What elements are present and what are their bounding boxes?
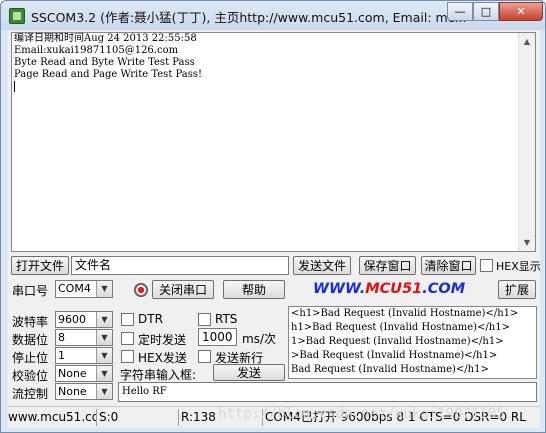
logo-suffix: .COM bbox=[422, 281, 466, 297]
port-value: COM4 bbox=[58, 282, 91, 295]
app-icon bbox=[9, 8, 25, 24]
text-caret bbox=[14, 81, 15, 92]
send-file-button[interactable]: 发送文件 bbox=[293, 256, 351, 275]
receive-log[interactable]: 编译日期和时间Aug 24 2013 22:55:58 Email:xukai1… bbox=[11, 32, 536, 252]
response-line: Bad Request (Invalid Hostname)</h1> bbox=[291, 364, 489, 375]
chevron-down-icon: ▼ bbox=[96, 366, 112, 381]
send-button[interactable]: 发送 bbox=[213, 364, 285, 381]
hex-display-label: HEX显示 bbox=[496, 260, 541, 273]
save-window-button[interactable]: 保存窗口 bbox=[359, 256, 416, 275]
chevron-down-icon: ▼ bbox=[96, 281, 112, 297]
logo-brand: MCU51 bbox=[365, 281, 423, 297]
response-text-area[interactable]: <h1>Bad Request (Invalid Hostname)</h1> … bbox=[288, 306, 537, 379]
close-port-button[interactable]: 关闭串口 bbox=[152, 280, 214, 299]
string-input-label: 字符串输入框: bbox=[120, 368, 197, 382]
dtr-label: DTR bbox=[138, 312, 163, 326]
databits-select[interactable]: 8 ▼ bbox=[55, 329, 113, 346]
log-line: 编译日期和时间Aug 24 2013 22:55:58 bbox=[14, 33, 197, 44]
chevron-down-icon: ▼ bbox=[96, 348, 112, 363]
parity-select[interactable]: None ▼ bbox=[55, 365, 113, 382]
hex-send-checkbox[interactable] bbox=[121, 350, 134, 363]
baud-label: 波特率 bbox=[12, 315, 49, 329]
blog-watermark: http://blog.csdn.net/xukai19871105 bbox=[218, 406, 505, 422]
databits-value: 8 bbox=[58, 331, 65, 344]
rts-checkbox[interactable] bbox=[198, 313, 211, 326]
send-newline-checkbox[interactable] bbox=[198, 350, 211, 363]
website-logo[interactable]: WWW.MCU51.COM bbox=[313, 281, 465, 297]
log-line: Byte Read and Byte Write Test Pass bbox=[14, 57, 195, 68]
hex-send-label: HEX发送 bbox=[138, 351, 187, 365]
port-status-indicator-icon bbox=[134, 283, 148, 297]
log-line: Email:xukai19871105@126.com bbox=[14, 45, 179, 56]
chevron-down-icon: ▼ bbox=[96, 384, 112, 399]
status-website-link[interactable]: www.mcu51.cor bbox=[6, 409, 96, 426]
dtr-checkbox[interactable] bbox=[121, 313, 134, 326]
parity-label: 校验位 bbox=[12, 369, 49, 383]
response-line: <h1>Bad Request (Invalid Hostname)</h1> bbox=[291, 308, 519, 319]
status-sent-count: S:0 bbox=[96, 409, 178, 426]
app-window: SSCOM3.2 (作者:聂小猛(丁丁), 主页http://www.mcu51… bbox=[0, 0, 546, 433]
port-select[interactable]: COM4 ▼ bbox=[55, 280, 113, 298]
file-name-input[interactable]: 文件名 bbox=[71, 256, 289, 275]
response-line: >Bad Request (Invalid Hostname)</h1> bbox=[291, 350, 498, 361]
close-button[interactable]: ✕ bbox=[499, 2, 543, 21]
stopbits-select[interactable]: 1 ▼ bbox=[55, 347, 113, 364]
client-area: 编译日期和时间Aug 24 2013 22:55:58 Email:xukai1… bbox=[6, 30, 541, 428]
log-line: Page Read and Page Write Test Pass! bbox=[14, 69, 203, 80]
timed-send-checkbox[interactable] bbox=[121, 332, 134, 345]
maximize-button[interactable]: □ bbox=[473, 2, 499, 21]
flow-select[interactable]: None ▼ bbox=[55, 383, 113, 400]
minimize-button[interactable]: — bbox=[447, 2, 473, 21]
timed-send-label: 定时发送 bbox=[138, 333, 187, 347]
response-line: 1>Bad Request (Invalid Hostname)</h1> bbox=[291, 336, 504, 347]
port-label: 串口号 bbox=[12, 284, 49, 298]
chevron-down-icon: ▼ bbox=[96, 330, 112, 345]
hex-display-checkbox[interactable] bbox=[480, 259, 493, 272]
stopbits-value: 1 bbox=[58, 349, 65, 362]
help-button[interactable]: 帮助 bbox=[223, 280, 285, 299]
response-line: h1>Bad Request (Invalid Hostname)</h1> bbox=[291, 322, 511, 333]
baud-value: 9600 bbox=[58, 313, 86, 326]
chevron-down-icon: ▼ bbox=[96, 312, 112, 327]
window-title: SSCOM3.2 (作者:聂小猛(丁丁), 主页http://www.mcu51… bbox=[31, 10, 467, 25]
expand-button[interactable]: 扩展 bbox=[498, 280, 536, 299]
flow-label: 流控制 bbox=[12, 387, 49, 401]
interval-unit-label: ms/次 bbox=[242, 332, 276, 346]
flow-value: None bbox=[58, 385, 87, 398]
clear-window-button[interactable]: 清除窗口 bbox=[421, 256, 476, 275]
logo-prefix: WWW. bbox=[313, 281, 366, 297]
databits-label: 数据位 bbox=[12, 333, 49, 347]
open-file-button[interactable]: 打开文件 bbox=[11, 256, 69, 275]
scroll-down-icon[interactable]: ▼ bbox=[519, 234, 535, 251]
scroll-up-icon[interactable]: ▲ bbox=[519, 33, 535, 50]
vertical-scrollbar[interactable]: ▲ ▼ bbox=[518, 33, 535, 251]
title-bar[interactable]: SSCOM3.2 (作者:聂小猛(丁丁), 主页http://www.mcu51… bbox=[1, 1, 545, 30]
rts-label: RTS bbox=[215, 312, 238, 326]
stopbits-label: 停止位 bbox=[12, 351, 49, 365]
baud-select[interactable]: 9600 ▼ bbox=[55, 311, 113, 328]
parity-value: None bbox=[58, 367, 87, 380]
send-interval-input[interactable]: 1000 bbox=[198, 328, 237, 346]
send-string-input[interactable]: Hello RF bbox=[118, 382, 537, 402]
